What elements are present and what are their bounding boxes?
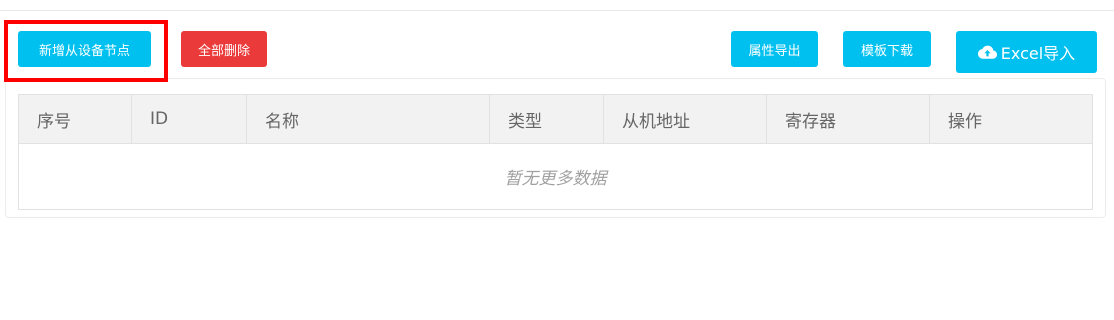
excel-import-label: Excel导入 xyxy=(1000,44,1076,63)
column-header-index: 序号 xyxy=(19,95,132,143)
empty-state-message: 暂无更多数据 xyxy=(504,169,607,189)
table-header: 序号 ID 名称 类型 从机地址 寄存器 操作 xyxy=(19,95,1092,144)
column-header-type: 类型 xyxy=(490,95,604,143)
export-attributes-button[interactable]: 属性导出 xyxy=(731,31,818,67)
download-template-button[interactable]: 模板下载 xyxy=(843,31,931,67)
data-table: 序号 ID 名称 类型 从机地址 寄存器 操作 暂无更多数据 xyxy=(18,94,1093,210)
column-header-register: 寄存器 xyxy=(767,95,930,143)
excel-import-button[interactable]: Excel导入 xyxy=(956,31,1097,73)
column-header-name: 名称 xyxy=(247,95,490,143)
top-divider xyxy=(0,10,1114,11)
column-header-id: ID xyxy=(132,95,247,143)
column-header-actions: 操作 xyxy=(948,111,982,132)
column-header-slave-address: 从机地址 xyxy=(604,95,767,143)
add-slave-node-button[interactable]: 新增从设备节点 xyxy=(18,31,151,67)
delete-all-button[interactable]: 全部删除 xyxy=(181,31,267,67)
cloud-upload-icon xyxy=(977,45,997,59)
